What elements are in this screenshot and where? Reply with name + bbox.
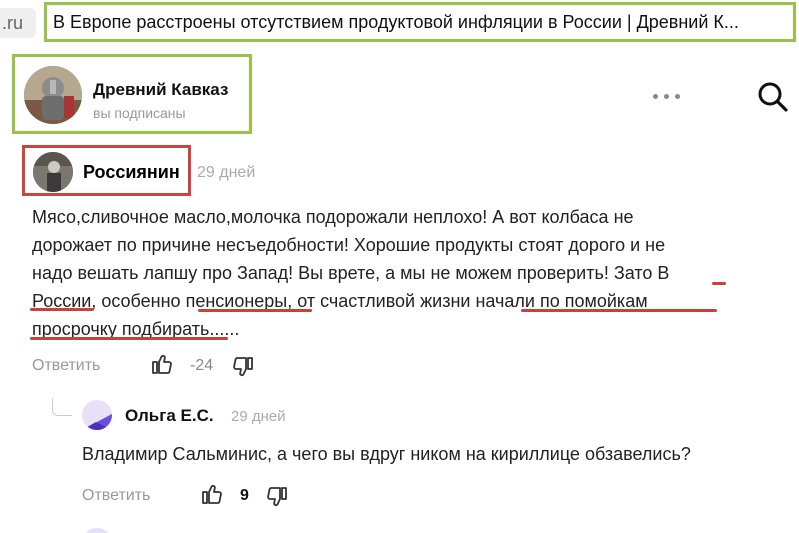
annotation-underline bbox=[521, 309, 717, 312]
thumbs-up-icon[interactable] bbox=[200, 482, 224, 506]
more-dots-icon bbox=[653, 94, 658, 99]
channel-header[interactable]: Древний Кавказ вы подписаны bbox=[12, 54, 252, 134]
reply-button[interactable]: Ответить bbox=[32, 357, 100, 375]
channel-name[interactable]: Древний Кавказ bbox=[93, 80, 228, 100]
reply-body: Владимир Сальминис, а чего вы вдруг нико… bbox=[82, 444, 691, 464]
subscription-status: вы подписаны bbox=[93, 105, 186, 121]
comment-body: Мясо,сливочное масло,молочка подорожали … bbox=[32, 203, 752, 343]
more-options-button[interactable] bbox=[650, 84, 684, 108]
page-title: В Европе расстроены отсутствием продукто… bbox=[44, 2, 796, 42]
reply-author-name[interactable]: Ольга Е.С. bbox=[125, 406, 214, 426]
next-comment-avatar[interactable] bbox=[82, 528, 112, 533]
reply-timestamp: 29 дней bbox=[231, 408, 286, 425]
comment-line: Мясо,сливочное масло,молочка подорожали … bbox=[32, 207, 634, 227]
author-avatar[interactable] bbox=[33, 152, 73, 192]
reply-author-avatar[interactable] bbox=[82, 400, 112, 430]
thumbs-up-icon[interactable] bbox=[150, 352, 174, 376]
reply-reply-button[interactable]: Ответить bbox=[82, 487, 150, 505]
more-dot bbox=[664, 94, 669, 99]
comment-line: надо вешать лапшу про Запад! Вы врете, а… bbox=[32, 263, 670, 283]
reply-avatar-image bbox=[82, 400, 112, 430]
author-avatar-image bbox=[33, 152, 73, 192]
channel-avatar-image bbox=[24, 66, 82, 124]
annotation-underline bbox=[712, 282, 726, 285]
thread-connector bbox=[52, 398, 72, 416]
search-button[interactable] bbox=[756, 80, 790, 114]
search-icon bbox=[758, 82, 788, 112]
comment-timestamp: 29 дней bbox=[197, 164, 256, 181]
annotation-underline bbox=[30, 308, 94, 311]
comment-author-block[interactable]: Россиянин bbox=[22, 145, 191, 196]
browser-title-bar: .ru В Европе расстроены отсутствием прод… bbox=[0, 0, 799, 46]
channel-avatar[interactable] bbox=[24, 66, 82, 124]
thumbs-down-icon[interactable] bbox=[265, 485, 289, 509]
more-dot bbox=[675, 94, 680, 99]
comment-author-name[interactable]: Россиянин bbox=[83, 162, 180, 183]
thumbs-down-icon[interactable] bbox=[231, 355, 255, 379]
comment-line: дорожает по причине несъедобности! Хорош… bbox=[32, 235, 666, 255]
annotation-underline bbox=[30, 337, 228, 340]
reply-like-count: 9 bbox=[240, 487, 249, 504]
annotation-underline bbox=[198, 309, 312, 312]
like-count: -24 bbox=[190, 357, 214, 374]
url-fragment[interactable]: .ru bbox=[0, 8, 36, 38]
